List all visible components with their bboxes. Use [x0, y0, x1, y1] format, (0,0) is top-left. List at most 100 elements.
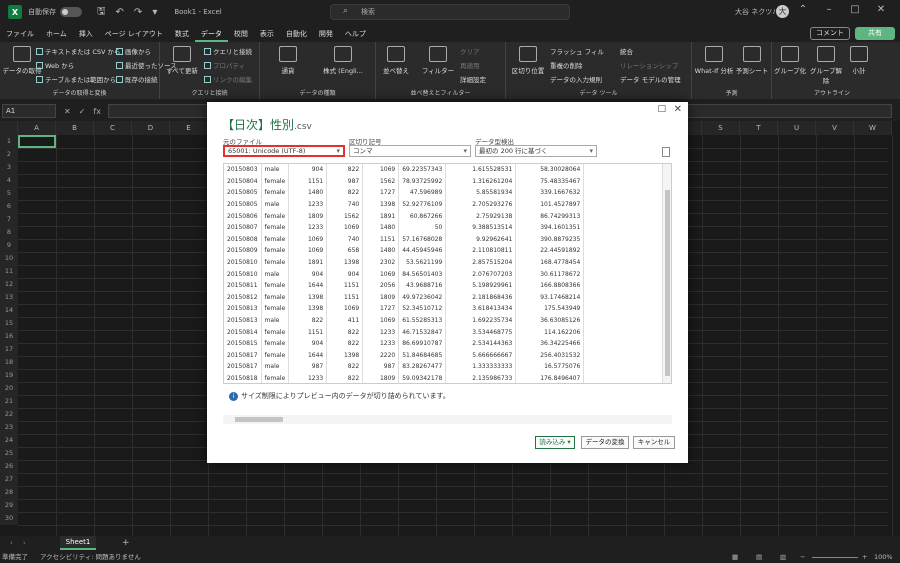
- share-button[interactable]: 共有: [855, 27, 895, 40]
- customize-qat-icon[interactable]: ▾: [152, 7, 157, 18]
- row-header[interactable]: 17: [0, 343, 18, 356]
- zoom-slider[interactable]: [812, 557, 858, 558]
- row-header[interactable]: 9: [0, 239, 18, 252]
- properties-button[interactable]: プロパティ: [204, 60, 245, 70]
- stocks-button[interactable]: 株式 (Engli...: [318, 46, 368, 75]
- comments-button[interactable]: コメント: [810, 27, 850, 40]
- ribbon-display-icon[interactable]: ⌃: [790, 4, 816, 15]
- tab-help[interactable]: ヘルプ: [339, 26, 372, 42]
- text-to-columns-button[interactable]: 区切り位置: [508, 46, 548, 75]
- tab-page-layout[interactable]: ページ レイアウト: [99, 26, 169, 42]
- ungroup-button[interactable]: グループ解除: [808, 46, 844, 85]
- forecast-sheet-button[interactable]: 予測シート: [734, 46, 770, 75]
- cancel-button[interactable]: キャンセル: [633, 436, 675, 449]
- row-header[interactable]: 21: [0, 395, 18, 408]
- column-header[interactable]: W: [854, 121, 892, 135]
- row-header[interactable]: 19: [0, 369, 18, 382]
- what-if-button[interactable]: What-If 分析: [694, 46, 734, 75]
- from-picture-button[interactable]: 画像から: [116, 46, 151, 56]
- vertical-scrollbar[interactable]: [662, 164, 671, 383]
- row-header[interactable]: 11: [0, 265, 18, 278]
- remove-duplicates-button[interactable]: 重複の削除: [550, 60, 583, 70]
- row-header[interactable]: 12: [0, 278, 18, 291]
- tab-home[interactable]: ホーム: [40, 26, 73, 42]
- close-icon[interactable]: ✕: [868, 4, 894, 15]
- subtotal-button[interactable]: 小計: [844, 46, 874, 75]
- maximize-icon[interactable]: □: [842, 4, 868, 15]
- row-header[interactable]: 16: [0, 330, 18, 343]
- tab-formulas[interactable]: 数式: [169, 26, 195, 42]
- group-button[interactable]: グループ化: [772, 46, 808, 75]
- fx-icon[interactable]: fx: [93, 107, 101, 116]
- row-header[interactable]: 15: [0, 317, 18, 330]
- zoom-in-icon[interactable]: +: [862, 551, 867, 563]
- clear-button[interactable]: クリア: [460, 46, 480, 56]
- row-header[interactable]: 23: [0, 421, 18, 434]
- name-box[interactable]: A1: [2, 104, 56, 118]
- accessibility-status[interactable]: アクセシビリティ: 問題ありません: [40, 551, 141, 563]
- refresh-all-button[interactable]: すべて更新: [162, 46, 202, 75]
- horizontal-scroll-thumb[interactable]: [235, 417, 283, 422]
- active-cell[interactable]: [18, 135, 56, 148]
- transform-data-button[interactable]: データの変換: [581, 436, 629, 449]
- select-all-corner[interactable]: [0, 121, 18, 135]
- row-header[interactable]: 29: [0, 499, 18, 512]
- enter-icon[interactable]: ✓: [79, 107, 86, 116]
- horizontal-scrollbar[interactable]: [223, 415, 672, 424]
- save-icon[interactable]: 🖫: [97, 4, 106, 21]
- row-header[interactable]: 27: [0, 473, 18, 486]
- tab-data[interactable]: データ: [194, 26, 228, 42]
- row-header[interactable]: 28: [0, 486, 18, 499]
- row-header[interactable]: 2: [0, 148, 18, 161]
- sheet-tab[interactable]: Sheet1: [60, 536, 96, 550]
- row-header[interactable]: 1: [0, 135, 18, 148]
- row-header[interactable]: 5: [0, 187, 18, 200]
- tab-developer[interactable]: 開発: [313, 26, 339, 42]
- zoom-level[interactable]: 100%: [874, 551, 893, 563]
- autosave-toggle[interactable]: [60, 7, 82, 17]
- flash-fill-button[interactable]: フラッシュ フィル: [550, 46, 604, 56]
- column-header[interactable]: T: [740, 121, 778, 135]
- relationships-button[interactable]: リレーションシップ: [620, 60, 678, 70]
- sort-button[interactable]: 並べ替え: [376, 46, 416, 75]
- row-header[interactable]: 24: [0, 434, 18, 447]
- row-header[interactable]: 10: [0, 252, 18, 265]
- delimiter-select[interactable]: コンマ: [349, 145, 471, 157]
- add-sheet-icon[interactable]: +: [122, 538, 130, 548]
- page-layout-icon[interactable]: ▤: [756, 551, 762, 563]
- sheet-prev-icon[interactable]: ‹: [10, 539, 13, 547]
- from-text-csv-button[interactable]: テキストまたは CSV から: [36, 46, 121, 56]
- row-header[interactable]: 22: [0, 408, 18, 421]
- filter-button[interactable]: フィルター: [418, 46, 458, 75]
- edit-links-button[interactable]: リンクの編集: [204, 74, 252, 84]
- undo-icon[interactable]: ↶: [116, 7, 124, 18]
- column-header[interactable]: D: [132, 121, 170, 135]
- row-header[interactable]: 25: [0, 447, 18, 460]
- vertical-scroll-thumb[interactable]: [665, 190, 670, 376]
- column-header[interactable]: A: [18, 121, 56, 135]
- cancel-icon[interactable]: ✕: [64, 107, 71, 116]
- queries-connections-button[interactable]: クエリと接続: [204, 46, 252, 56]
- tab-view[interactable]: 表示: [254, 26, 280, 42]
- minimize-icon[interactable]: –: [816, 4, 842, 15]
- redo-icon[interactable]: ↷: [134, 7, 142, 18]
- row-header[interactable]: 8: [0, 226, 18, 239]
- column-header[interactable]: C: [94, 121, 132, 135]
- sheet-next-icon[interactable]: ›: [23, 539, 26, 547]
- maximize-icon[interactable]: □: [657, 104, 666, 114]
- row-header[interactable]: 30: [0, 512, 18, 525]
- column-header[interactable]: U: [778, 121, 816, 135]
- row-header[interactable]: 20: [0, 382, 18, 395]
- tab-file[interactable]: ファイル: [0, 26, 40, 42]
- file-origin-select[interactable]: 65001: Unicode (UTF-8): [223, 145, 345, 157]
- currencies-button[interactable]: 通貨: [268, 46, 308, 75]
- row-header[interactable]: 3: [0, 161, 18, 174]
- row-header[interactable]: 14: [0, 304, 18, 317]
- from-web-button[interactable]: Web から: [36, 60, 74, 70]
- column-header[interactable]: S: [702, 121, 740, 135]
- row-header[interactable]: 18: [0, 356, 18, 369]
- row-header[interactable]: 4: [0, 174, 18, 187]
- data-validation-button[interactable]: データの入力規則: [550, 74, 602, 84]
- tab-automate[interactable]: 自動化: [280, 26, 313, 42]
- row-header[interactable]: 7: [0, 213, 18, 226]
